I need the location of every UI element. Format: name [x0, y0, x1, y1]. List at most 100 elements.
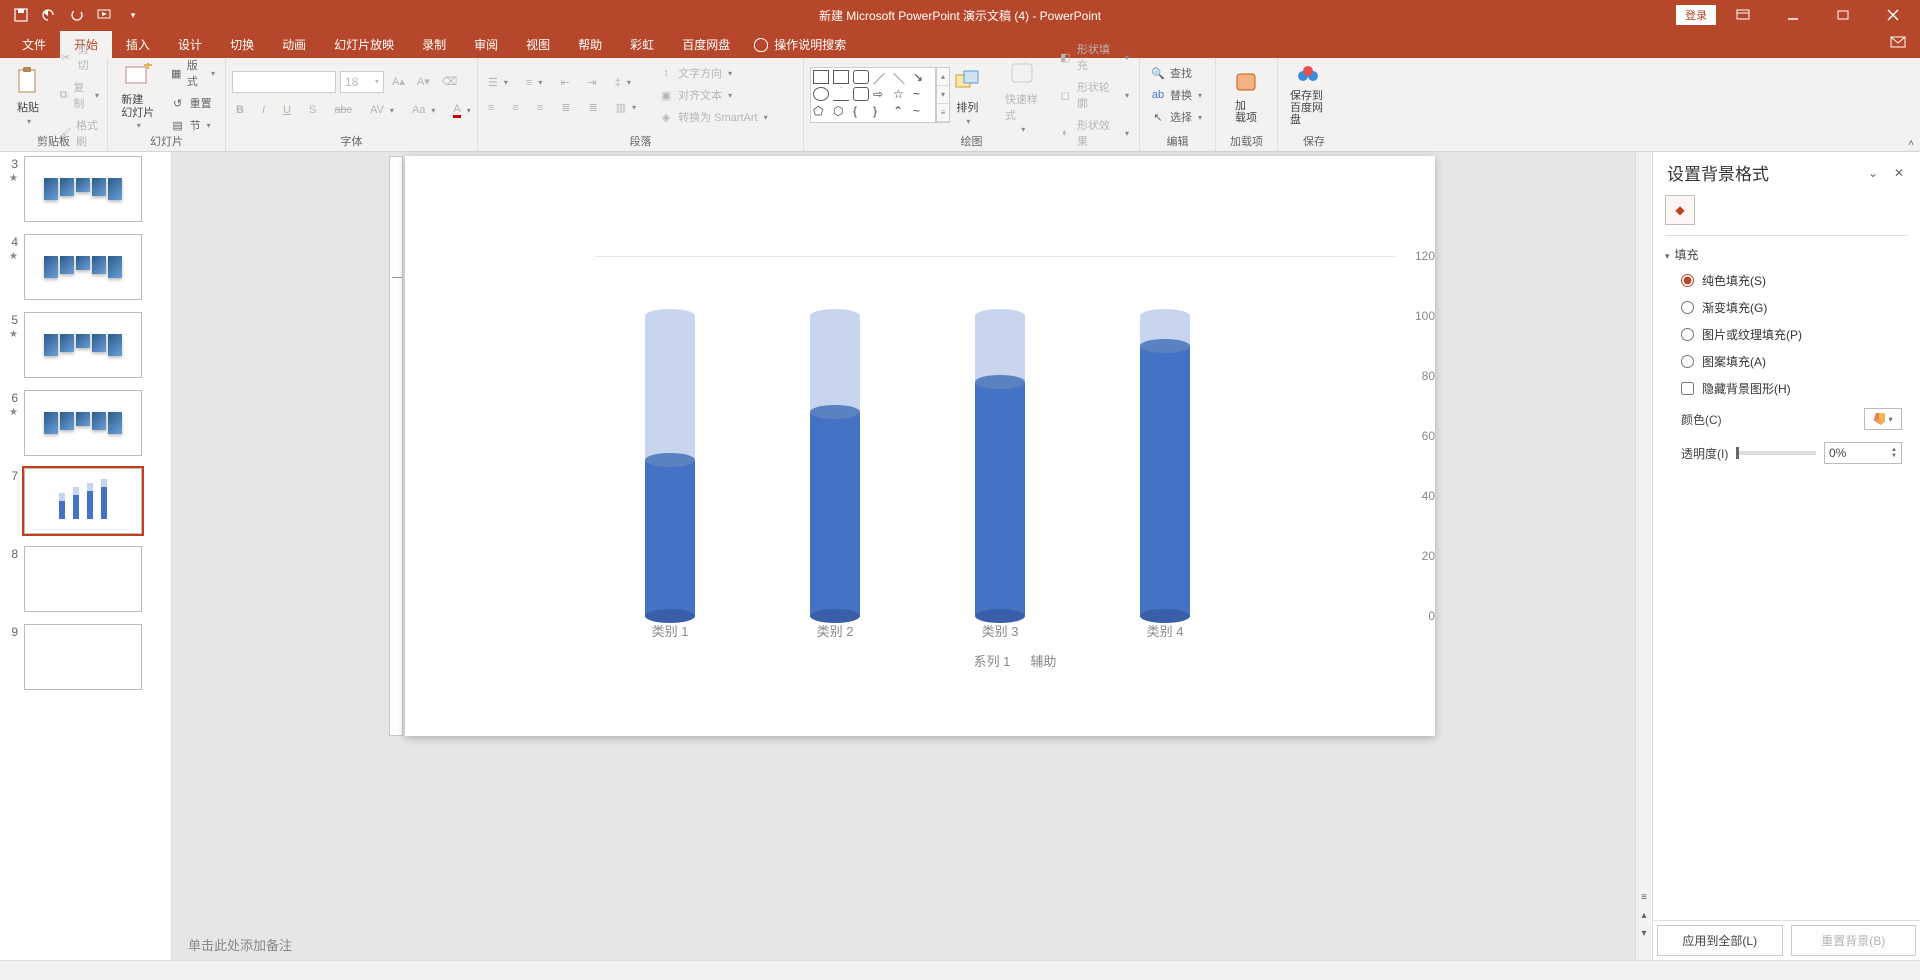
shape-fill-button[interactable]: ◧形状填充: [1054, 39, 1133, 75]
thumb-preview[interactable]: [24, 156, 142, 222]
transparency-input[interactable]: 0%▲▼: [1824, 442, 1902, 464]
align-text-button[interactable]: ▣对齐文本: [654, 85, 771, 105]
notes-placeholder[interactable]: 单击此处添加备注: [172, 929, 1652, 960]
reset-button[interactable]: ↺重置: [166, 93, 219, 113]
gradient-fill-option[interactable]: 渐变填充(G): [1665, 294, 1908, 321]
bar-1[interactable]: 类别 1: [645, 316, 695, 616]
bold-button[interactable]: B: [232, 102, 248, 118]
next-slide-icon[interactable]: ▾: [1636, 924, 1652, 942]
clear-format-button[interactable]: ⌫: [438, 73, 462, 90]
underline-button[interactable]: U: [279, 102, 295, 118]
slide-thumb-7[interactable]: 7: [4, 468, 163, 534]
align-right-button[interactable]: ≡: [533, 100, 547, 116]
find-button[interactable]: 🔍查找: [1146, 63, 1209, 83]
tell-me-search[interactable]: 操作说明搜索: [744, 31, 856, 58]
copy-button[interactable]: ⧉复制: [54, 77, 103, 113]
close-icon[interactable]: [1870, 0, 1916, 30]
reset-background-button[interactable]: 重置背景(B): [1791, 925, 1917, 956]
tab-animation[interactable]: 动画: [268, 31, 320, 58]
thumb-preview[interactable]: [24, 624, 142, 690]
font-size-combo[interactable]: 18▾: [340, 71, 384, 93]
pane-close-icon[interactable]: ✕: [1888, 162, 1910, 184]
redo-icon[interactable]: [64, 2, 90, 28]
thumb-preview[interactable]: [24, 390, 142, 456]
arrange-button[interactable]: 排列: [944, 63, 991, 128]
cut-button[interactable]: ✂剪切: [54, 39, 103, 75]
numbering-button[interactable]: ≡: [522, 75, 546, 91]
fill-section-header[interactable]: 填充: [1665, 242, 1908, 267]
new-slide-button[interactable]: 新建 幻灯片: [114, 58, 162, 131]
scroll-split-icon[interactable]: ≡: [1636, 888, 1652, 906]
text-direction-button[interactable]: ↕文字方向: [654, 63, 771, 83]
tab-view[interactable]: 视图: [512, 31, 564, 58]
tab-review[interactable]: 审阅: [460, 31, 512, 58]
tab-slideshow[interactable]: 幻灯片放映: [320, 31, 408, 58]
slide-thumb-3[interactable]: 3★: [4, 156, 163, 222]
distributed-button[interactable]: ≣: [584, 99, 601, 116]
columns-button[interactable]: ▥: [612, 99, 640, 116]
slide-thumb-4[interactable]: 4★: [4, 234, 163, 300]
slide-thumb-5[interactable]: 5★: [4, 312, 163, 378]
slide-thumbnail-panel[interactable]: 3★4★5★6★789: [0, 152, 172, 960]
strike-button[interactable]: abc: [330, 102, 356, 118]
indent-button[interactable]: ⇥: [584, 74, 601, 91]
tab-caihong[interactable]: 彩虹: [616, 31, 668, 58]
thumb-preview[interactable]: [24, 546, 142, 612]
convert-smartart-button[interactable]: ◈转换为 SmartArt: [654, 107, 771, 127]
picture-fill-option[interactable]: 图片或纹理填充(P): [1665, 321, 1908, 348]
line-spacing-button[interactable]: ‡: [611, 75, 635, 91]
chart[interactable]: 类别 1类别 2类别 3类别 4 020406080100120 系列 1 辅助: [595, 256, 1435, 676]
grow-font-button[interactable]: A▴: [388, 73, 409, 90]
layout-button[interactable]: ▦版式: [166, 55, 219, 91]
select-button[interactable]: ↖选择: [1146, 107, 1209, 127]
tab-baidu[interactable]: 百度网盘: [668, 31, 744, 58]
transparency-slider[interactable]: [1736, 451, 1816, 455]
editor-scrollbar[interactable]: ≡ ▴ ▾: [1635, 152, 1652, 960]
quick-styles-button[interactable]: 快速样式: [999, 55, 1046, 136]
qat-more-icon[interactable]: ▾: [120, 2, 146, 28]
shrink-font-button[interactable]: A▾: [413, 73, 434, 90]
slide-thumb-9[interactable]: 9: [4, 624, 163, 690]
shapes-gallery[interactable]: ／ ＼↘ ⇨ ☆~ ⬠⬡ {} ⌃~ ▴▾≡: [810, 67, 936, 123]
shape-outline-button[interactable]: ◻形状轮廓: [1054, 77, 1133, 113]
align-center-button[interactable]: ≡: [508, 100, 522, 116]
italic-button[interactable]: I: [258, 102, 269, 118]
thumb-preview[interactable]: [24, 468, 142, 534]
tab-design[interactable]: 设计: [164, 31, 216, 58]
tab-file[interactable]: 文件: [8, 31, 60, 58]
tab-insert[interactable]: 插入: [112, 31, 164, 58]
slide-thumb-6[interactable]: 6★: [4, 390, 163, 456]
font-name-combo[interactable]: [232, 71, 336, 93]
ribbon-display-icon[interactable]: [1720, 0, 1766, 30]
color-picker-button[interactable]: ▾: [1864, 408, 1902, 430]
thumb-preview[interactable]: [24, 234, 142, 300]
current-slide[interactable]: 类别 1类别 2类别 3类别 4 020406080100120 系列 1 辅助: [405, 156, 1435, 736]
bar-3[interactable]: 类别 3: [975, 316, 1025, 616]
save-baidu-button[interactable]: 保存到 百度网盘: [1284, 62, 1332, 128]
outdent-button[interactable]: ⇤: [556, 74, 573, 91]
prev-slide-icon[interactable]: ▴: [1636, 906, 1652, 924]
bar-4[interactable]: 类别 4: [1140, 316, 1190, 616]
thumb-preview[interactable]: [24, 312, 142, 378]
minimize-icon[interactable]: [1770, 0, 1816, 30]
pattern-fill-option[interactable]: 图案填充(A): [1665, 348, 1908, 375]
section-button[interactable]: ▤节: [166, 115, 219, 135]
collapse-ribbon-icon[interactable]: ˄: [1908, 138, 1914, 149]
align-left-button[interactable]: ≡: [484, 100, 498, 116]
spacing-button[interactable]: AV: [366, 102, 398, 118]
replace-button[interactable]: ab替换: [1146, 85, 1209, 105]
hide-bg-option[interactable]: 隐藏背景图形(H): [1665, 375, 1908, 402]
pane-fill-tab[interactable]: ◆: [1665, 195, 1695, 225]
font-color-button[interactable]: A: [449, 101, 474, 120]
save-icon[interactable]: [8, 2, 34, 28]
share-icon[interactable]: [1890, 34, 1910, 54]
tab-record[interactable]: 录制: [408, 31, 460, 58]
shadow-button[interactable]: S: [305, 102, 320, 118]
bar-2[interactable]: 类别 2: [810, 316, 860, 616]
slideshow-start-icon[interactable]: [92, 2, 118, 28]
login-button[interactable]: 登录: [1676, 5, 1716, 25]
tab-help[interactable]: 帮助: [564, 31, 616, 58]
bullets-button[interactable]: ☰: [484, 74, 512, 91]
justify-button[interactable]: ≣: [557, 99, 574, 116]
apply-to-all-button[interactable]: 应用到全部(L): [1657, 925, 1783, 956]
